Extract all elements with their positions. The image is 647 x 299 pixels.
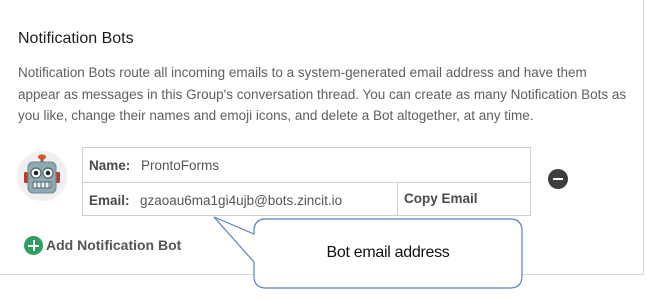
- callout-text: Bot email address: [326, 244, 450, 261]
